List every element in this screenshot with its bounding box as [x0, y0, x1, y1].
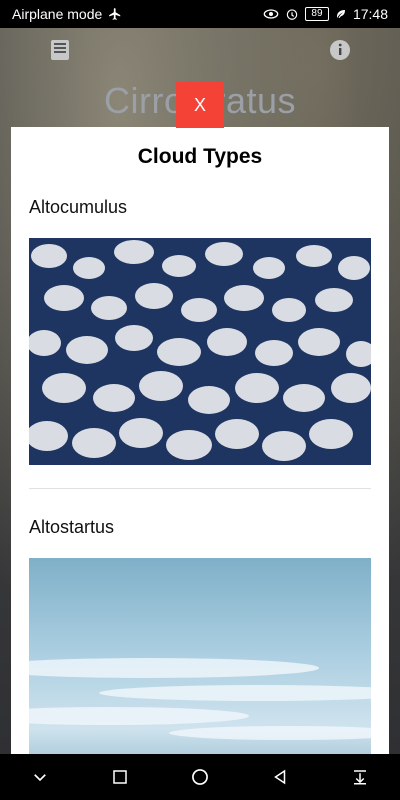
modal-title: Cloud Types	[137, 145, 263, 168]
back-icon[interactable]	[260, 757, 300, 797]
divider	[29, 488, 371, 489]
cloud-name: Altocumulus	[29, 197, 128, 217]
cloud-types-modal: Cloud Types Altocumulus Altostartus	[11, 127, 389, 754]
airplane-icon	[108, 7, 122, 21]
battery-indicator: 89	[304, 7, 329, 21]
cloud-name: Altostartus	[29, 517, 115, 537]
info-icon[interactable]	[328, 38, 352, 62]
recent-apps-icon[interactable]	[100, 757, 140, 797]
list-item: Altostartus	[11, 517, 389, 754]
book-icon[interactable]	[48, 38, 72, 62]
status-bar: Airplane mode 89 17:48	[0, 0, 400, 28]
system-nav-bar	[0, 754, 400, 800]
chevron-down-icon[interactable]	[20, 757, 60, 797]
home-icon[interactable]	[180, 757, 220, 797]
clock-time: 17:48	[352, 6, 388, 22]
altostratus-image[interactable]	[29, 558, 371, 754]
status-right: 89 17:48	[263, 6, 388, 22]
airplane-mode-text: Airplane mode	[12, 6, 103, 22]
notification-pull-icon[interactable]	[340, 757, 380, 797]
leaf-icon	[335, 8, 347, 20]
close-modal-button[interactable]: X	[176, 82, 224, 128]
status-left: Airplane mode	[12, 6, 122, 22]
altocumulus-image[interactable]	[29, 238, 371, 465]
eye-icon	[263, 7, 279, 21]
list-item: Altocumulus	[11, 197, 389, 489]
alarm-icon	[285, 7, 299, 21]
